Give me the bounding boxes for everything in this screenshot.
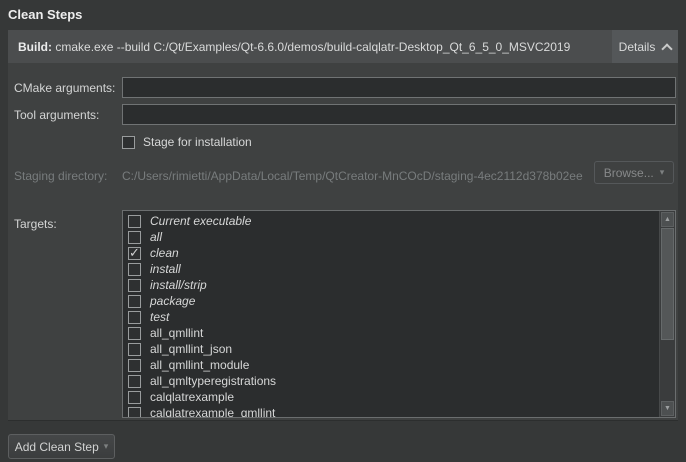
target-row[interactable]: ✓ test	[123, 309, 659, 325]
target-checkbox[interactable]: ✓	[128, 343, 141, 356]
targets-list: ✓ Current executable ✓ all ✓ clean ✓ install ✓ in…	[122, 210, 676, 418]
tool-arguments-input[interactable]	[122, 104, 676, 125]
browse-button[interactable]: Browse... ▾	[594, 161, 674, 184]
target-checkbox[interactable]: ✓	[128, 215, 141, 228]
target-checkbox[interactable]: ✓	[128, 359, 141, 372]
target-label: all_qmllint	[150, 326, 203, 340]
target-row[interactable]: ✓ install/strip	[123, 277, 659, 293]
staging-directory-value: C:/Users/rimietti/AppData/Local/Temp/QtC…	[122, 169, 583, 183]
target-label: calqlatrexample	[150, 390, 234, 404]
target-label: all_qmltyperegistrations	[150, 374, 276, 388]
target-row[interactable]: ✓ all_qmllint	[123, 325, 659, 341]
chevron-up-icon	[662, 43, 673, 54]
target-row[interactable]: ✓ all_qmltyperegistrations	[123, 373, 659, 389]
staging-directory-label: Staging directory:	[14, 169, 107, 183]
target-checkbox[interactable]: ✓	[128, 375, 141, 388]
target-label: package	[150, 294, 195, 308]
target-label: install	[150, 262, 181, 276]
target-checkbox[interactable]: ✓	[128, 407, 141, 418]
target-checkbox[interactable]: ✓	[128, 327, 141, 340]
target-checkbox[interactable]: ✓	[128, 391, 141, 404]
target-checkbox[interactable]: ✓	[128, 279, 141, 292]
target-row[interactable]: ✓ package	[123, 293, 659, 309]
tool-arguments-label: Tool arguments:	[14, 108, 99, 122]
build-command-summary: Build: cmake.exe --build C:/Qt/Examples/…	[8, 40, 570, 54]
target-row[interactable]: ✓ clean	[123, 245, 659, 261]
target-checkbox[interactable]: ✓	[128, 295, 141, 308]
details-button-label: Details	[619, 40, 656, 54]
checkmark-icon: ✓	[129, 245, 140, 261]
target-row[interactable]: ✓ all_qmllint_json	[123, 341, 659, 357]
browse-button-label: Browse...	[604, 166, 654, 180]
stage-for-installation-checkbox[interactable]: ✓	[122, 136, 135, 149]
target-label: calqlatrexample_qmllint	[150, 406, 275, 417]
target-row[interactable]: ✓ all_qmllint_module	[123, 357, 659, 373]
target-row[interactable]: ✓ calqlatrexample_qmllint	[123, 405, 659, 417]
target-row[interactable]: ✓ all	[123, 229, 659, 245]
target-row[interactable]: ✓ Current executable	[123, 213, 659, 229]
cmake-arguments-label: CMake arguments:	[14, 81, 115, 95]
target-label: all_qmllint_json	[150, 342, 232, 356]
target-checkbox[interactable]: ✓	[128, 263, 141, 276]
targets-list-rows: ✓ Current executable ✓ all ✓ clean ✓ install ✓ in…	[123, 213, 659, 417]
target-row[interactable]: ✓ install	[123, 261, 659, 277]
details-button[interactable]: Details	[612, 30, 678, 63]
stage-for-installation-row: ✓ Stage for installation	[122, 135, 252, 149]
target-label: Current executable	[150, 214, 251, 228]
targets-label: Targets:	[14, 217, 57, 231]
caret-down-icon: ▾	[660, 168, 665, 177]
target-label: test	[150, 310, 169, 324]
target-label: all_qmllint_module	[150, 358, 249, 372]
target-checkbox[interactable]: ✓	[128, 247, 141, 260]
build-label: Build:	[18, 40, 52, 54]
stage-for-installation-label: Stage for installation	[143, 135, 252, 149]
scrollbar-thumb[interactable]	[661, 228, 674, 340]
vertical-scrollbar[interactable]: ▲ ▼	[659, 211, 675, 417]
scroll-down-button[interactable]: ▼	[661, 401, 674, 416]
build-step-summary-bar[interactable]: Build: cmake.exe --build C:/Qt/Examples/…	[8, 30, 678, 63]
target-label: install/strip	[150, 278, 207, 292]
clean-step-details-widget: Build: cmake.exe --build C:/Qt/Examples/…	[8, 30, 678, 421]
caret-down-icon: ▾	[104, 442, 109, 451]
page-title: Clean Steps	[8, 7, 82, 22]
target-checkbox[interactable]: ✓	[128, 311, 141, 324]
target-label: clean	[150, 246, 179, 260]
target-checkbox[interactable]: ✓	[128, 231, 141, 244]
add-clean-step-label: Add Clean Step	[15, 440, 99, 454]
target-row[interactable]: ✓ calqlatrexample	[123, 389, 659, 405]
add-clean-step-button[interactable]: Add Clean Step ▾	[8, 434, 115, 459]
build-command: cmake.exe --build C:/Qt/Examples/Qt-6.6.…	[55, 40, 570, 54]
scroll-up-button[interactable]: ▲	[661, 212, 674, 227]
cmake-arguments-input[interactable]	[122, 77, 676, 98]
target-label: all	[150, 230, 162, 244]
